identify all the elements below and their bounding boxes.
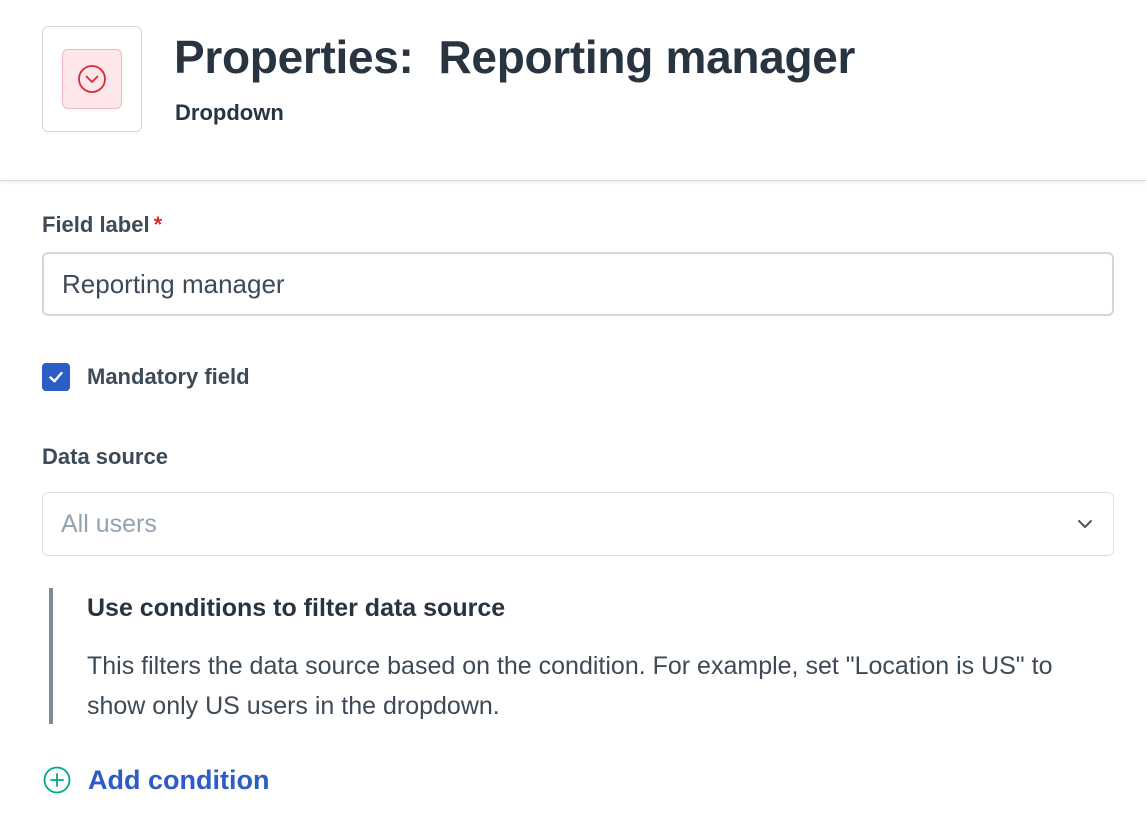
properties-header: Properties: Reporting manager Dropdown [0, 0, 1146, 180]
field-type-subtitle: Dropdown [175, 100, 284, 125]
mandatory-field-label[interactable]: Mandatory field [87, 364, 250, 390]
field-label-value: Reporting manager [62, 268, 285, 299]
checkmark-icon [49, 371, 63, 383]
add-condition-button[interactable]: Add condition [42, 762, 269, 798]
conditions-info-title: Use conditions to filter data source [87, 594, 506, 622]
required-marker: * [153, 212, 163, 237]
field-label-input[interactable]: Reporting manager [42, 252, 1114, 316]
field-type-icon-box [42, 26, 142, 132]
field-label-text: Field label [42, 212, 150, 237]
dropdown-icon [62, 49, 122, 109]
add-condition-label[interactable]: Add condition [88, 765, 269, 796]
data-source-select[interactable]: All users [42, 492, 1114, 556]
data-source-placeholder: All users [61, 509, 157, 538]
conditions-info-block: Use conditions to filter data source Thi… [49, 588, 1119, 724]
add-circle-icon [43, 766, 71, 794]
field-label-heading: Field label * [42, 212, 162, 238]
mandatory-field-checkbox[interactable] [42, 363, 70, 391]
conditions-info-description: This filters the data source based on th… [87, 652, 1053, 720]
page-title: Properties: Reporting manager [174, 31, 856, 83]
chevron-down-icon [1078, 520, 1092, 528]
data-source-label: Data source [42, 444, 168, 469]
